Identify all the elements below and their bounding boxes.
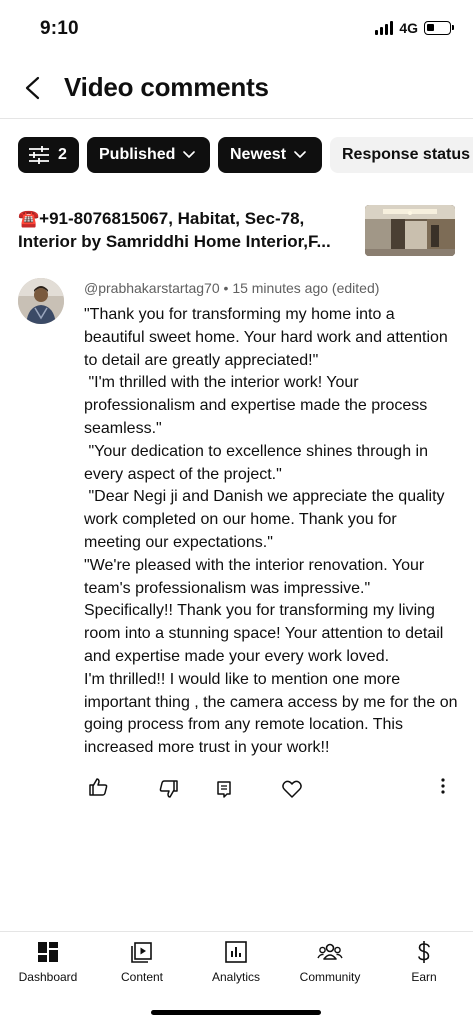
header: Video comments (0, 62, 473, 114)
avatar[interactable] (18, 278, 64, 324)
analytics-icon (225, 941, 247, 963)
video-thumbnail (365, 205, 455, 256)
dashboard-icon (38, 942, 58, 962)
video-item[interactable]: ☎️+91-8076815067, Habitat, Sec-78, Inter… (18, 205, 455, 257)
video-title: ☎️+91-8076815067, Habitat, Sec-78, Inter… (18, 209, 331, 251)
nav-content[interactable]: Content (99, 940, 185, 984)
nav-dashboard[interactable]: Dashboard (5, 940, 91, 984)
heart-icon[interactable] (281, 779, 303, 799)
page-title: Video comments (64, 72, 269, 102)
signal-icon (375, 21, 394, 35)
meta-separator: • (223, 280, 229, 296)
community-icon (317, 943, 343, 960)
nav-analytics[interactable]: Analytics (193, 940, 279, 984)
comment-author[interactable]: @prabhakarstartag70 (84, 280, 220, 296)
published-filter-chip[interactable]: Published (87, 137, 210, 173)
nav-analytics-label: Analytics (211, 970, 261, 984)
status-time: 9:10 (40, 18, 79, 39)
reply-icon[interactable] (214, 778, 234, 800)
chevron-down-icon (294, 151, 306, 158)
comment-meta: @prabhakarstartag70 • 15 minutes ago (ed… (84, 280, 379, 296)
back-button[interactable] (18, 68, 50, 108)
battery-icon (424, 21, 454, 35)
more-icon[interactable] (438, 776, 448, 796)
nav-earn-label: Earn (411, 970, 437, 984)
network-type: 4G (399, 20, 418, 36)
nav-content-label: Content (120, 970, 164, 984)
sliders-icon (29, 146, 49, 164)
header-divider (0, 118, 473, 119)
comment-text: "Thank you for transforming my home into… (84, 306, 458, 757)
filter-bar: 2 Published Newest Response status (18, 137, 473, 173)
status-indicators: 4G (375, 20, 454, 36)
sort-filter-label: Newest (230, 146, 287, 163)
nav-earn[interactable]: Earn (381, 940, 467, 984)
status-bar: 9:10 4G (0, 0, 473, 56)
dollar-icon (418, 941, 430, 963)
filter-settings-chip[interactable]: 2 (18, 137, 79, 173)
filter-count: 2 (58, 146, 67, 163)
chevron-left-icon (25, 76, 40, 100)
nav-dashboard-label: Dashboard (18, 970, 78, 984)
comment-actions (0, 776, 473, 802)
chevron-down-icon (183, 151, 196, 158)
content-icon (131, 942, 152, 963)
nav-community[interactable]: Community (287, 940, 373, 984)
published-filter-label: Published (99, 146, 176, 163)
home-indicator (151, 1010, 321, 1015)
response-status-filter-chip[interactable]: Response status (330, 137, 473, 173)
nav-community-label: Community (299, 970, 361, 984)
response-status-label: Response status (342, 146, 471, 163)
comment-timestamp: 15 minutes ago (edited) (232, 280, 380, 296)
thumb-up-icon[interactable] (87, 776, 109, 798)
sort-filter-chip[interactable]: Newest (218, 137, 322, 173)
thumb-down-icon[interactable] (158, 778, 180, 800)
